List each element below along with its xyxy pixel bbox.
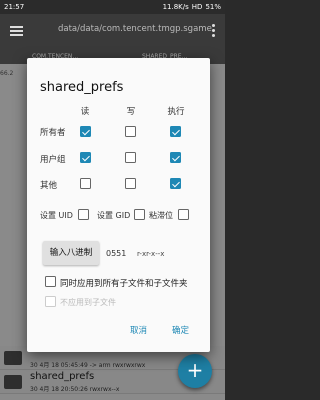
sticky-bit-checkbox[interactable] [178,209,189,220]
setgid-label: 设置 GID [97,211,131,220]
row-owner-label: 所有者 [40,128,66,138]
file-meta: 30 4月 18 05:45:49 -> arm rwxrwxrwx [30,362,146,369]
row-group-label: 用户组 [40,155,66,165]
plus-icon: + [186,358,204,382]
network-speed: 11.8K/s [162,3,189,11]
apply-files-only-label: 不应用到子文件 [60,298,116,307]
sticky-bit-label: 粘滞位 [149,211,173,220]
folder-icon [4,375,22,389]
setuid-label: 设置 UID [40,211,73,220]
other-write-checkbox[interactable] [125,178,136,189]
owner-write-checkbox[interactable] [125,126,136,137]
file-name: shared_prefs [30,371,95,382]
menu-icon[interactable] [10,26,23,36]
setgid-checkbox[interactable] [134,209,145,220]
status-time: 21:57 [4,3,25,11]
other-execute-checkbox[interactable] [170,178,181,189]
ok-button[interactable]: 确定 [172,324,189,336]
overflow-menu-icon[interactable] [212,24,215,39]
battery-level: 51% [205,3,221,11]
folder-icon [4,351,22,365]
file-meta: 30 4月 18 20:50:26 rwxrwx--x [30,386,120,393]
octal-input-button[interactable]: 输入八进制 [43,241,99,265]
dialog-title: shared_prefs [40,80,124,95]
group-execute-checkbox[interactable] [170,152,181,163]
col-execute: 执行 [167,107,185,117]
octal-value: 0551 [106,249,127,258]
size-hint: 66.2 [0,70,14,77]
cancel-button[interactable]: 取消 [130,324,147,336]
group-write-checkbox[interactable] [125,152,136,163]
current-path: data/data/com.tencent.tmgp.sgame [58,24,212,34]
add-fab-button[interactable]: + [178,354,212,388]
apply-recursive-checkbox[interactable] [45,276,56,287]
owner-read-checkbox[interactable] [80,126,91,137]
row-other-label: 其他 [40,181,58,191]
permissions-dialog: shared_prefs 读 写 执行 所有者 用户组 其他 设置 UID 设置… [27,58,210,352]
owner-execute-checkbox[interactable] [170,126,181,137]
permission-string: r-xr-x--x [137,250,165,258]
status-bar: 21:57 11.8K/s HD 51% [0,0,225,14]
app-bar: data/data/com.tencent.tmgp.sgame [0,14,225,50]
apply-files-only-checkbox [45,296,56,307]
setuid-checkbox[interactable] [78,209,89,220]
col-write: 写 [126,107,136,117]
other-read-checkbox[interactable] [80,178,91,189]
network-type: HD [191,3,203,11]
apply-recursive-label: 同时应用到所有子文件和子文件夹 [60,279,188,289]
col-read: 读 [80,107,90,117]
group-read-checkbox[interactable] [80,152,91,163]
